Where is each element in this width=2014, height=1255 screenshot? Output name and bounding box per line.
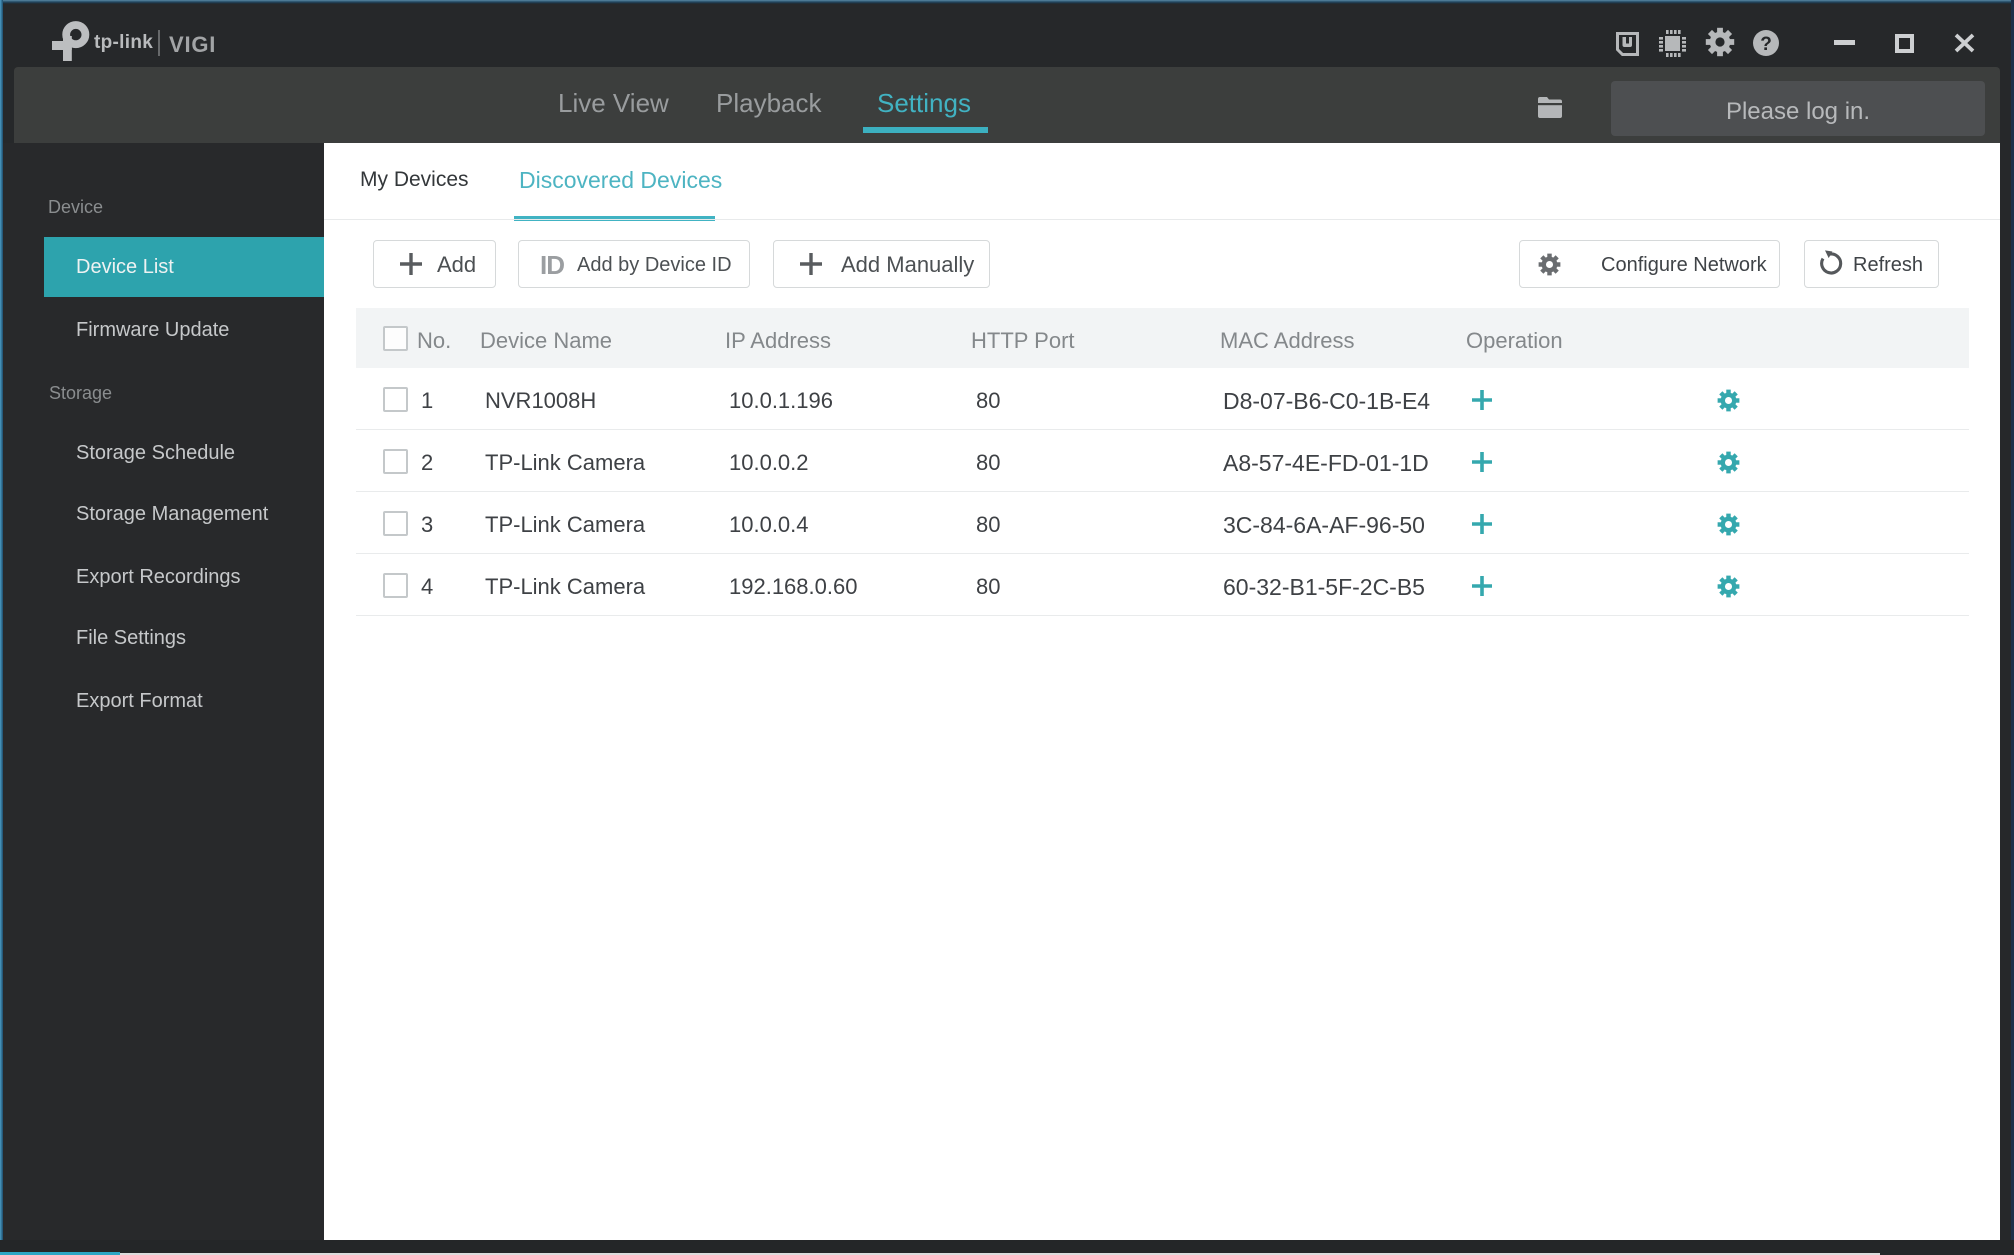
svg-text:?: ? (1760, 34, 1772, 55)
